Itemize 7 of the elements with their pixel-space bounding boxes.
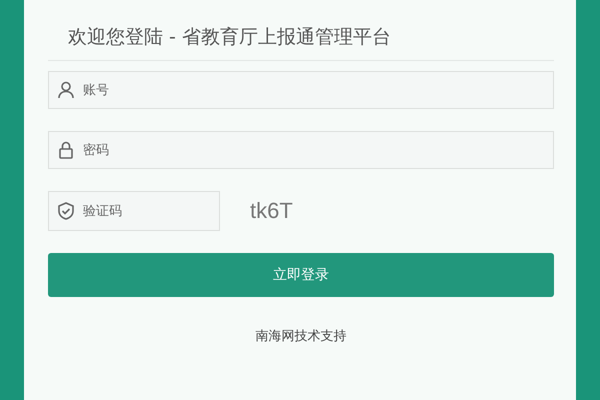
input-field[interactable]: 账号	[48, 71, 554, 109]
login-button[interactable]: 立即登录	[48, 253, 554, 297]
footer-text: 南海网技术支持	[254, 328, 348, 345]
input-field[interactable]: 密码	[48, 131, 554, 169]
captcha-field[interactable]: 验证码	[48, 191, 220, 231]
captcha-code[interactable]: tk6T	[250, 198, 293, 224]
page-title: 欢迎您登陆 - 省教育厅上报通管理平台	[67, 25, 392, 50]
